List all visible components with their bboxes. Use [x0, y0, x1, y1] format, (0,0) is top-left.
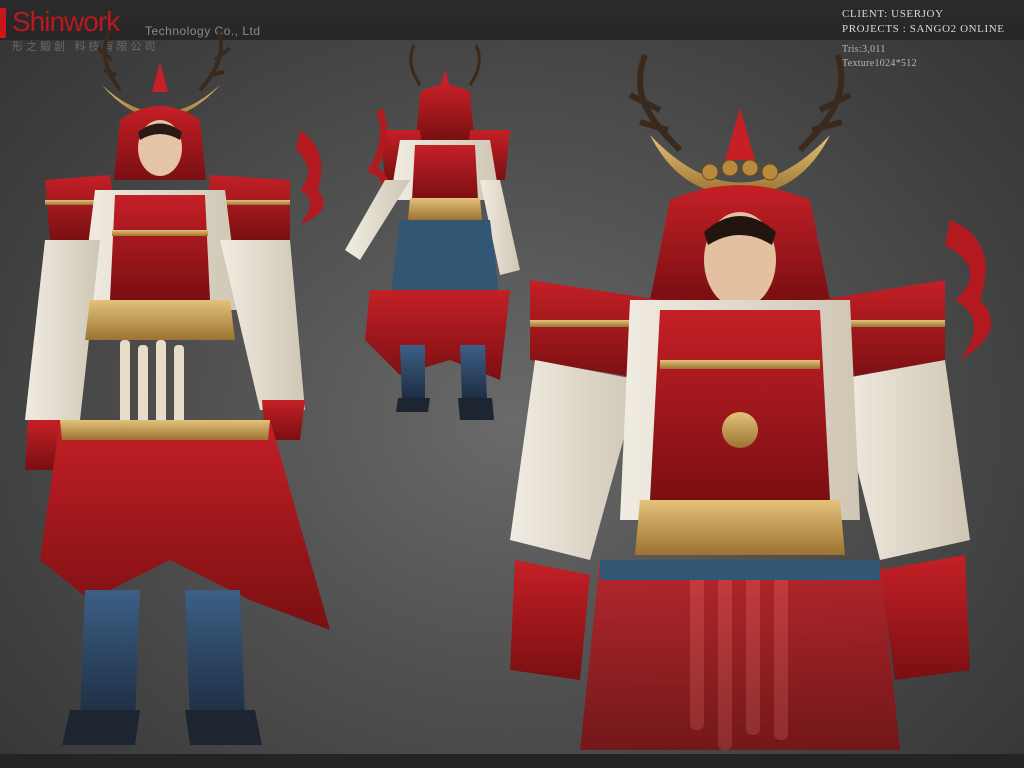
character-sheet-canvas: Shinwork Technology Co., Ltd 形之鍛創 科技有限公司…	[0, 0, 1024, 768]
warrior-closeup-illustration	[510, 53, 992, 750]
